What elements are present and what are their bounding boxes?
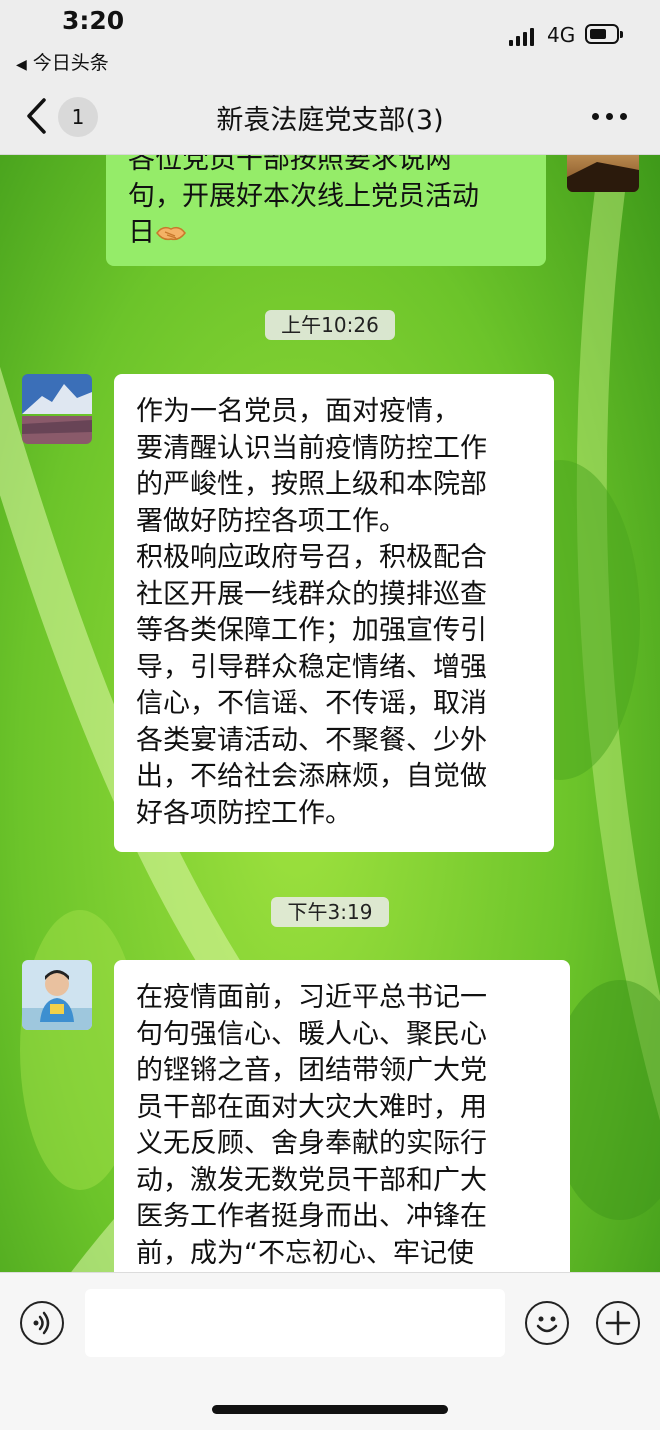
message-line: 员干部在面对大灾大难时，用	[136, 1091, 487, 1123]
message-line: 积极响应政府号召，积极配合	[136, 542, 487, 573]
message-line: 在疫情面前，习近平总书记一	[136, 982, 487, 1013]
message-line: 动，激发无数党员干部和广大	[136, 1164, 487, 1196]
plus-icon[interactable]	[596, 1301, 640, 1345]
back-app-label: 今日头条	[32, 52, 109, 74]
chat-header: 1 新袁法庭党支部(3)	[0, 80, 660, 155]
back-to-app-link[interactable]: ◀ 今日头条	[16, 48, 109, 75]
message-line: 信心，不信谣、不传谣，取消	[136, 688, 487, 719]
message-line: 作为一名党员，面对疫情，	[136, 396, 460, 427]
message-line: 义无反顾、舍身奉献的实际行	[136, 1128, 487, 1159]
signal-icon	[509, 26, 537, 46]
message-line: 要清醒认识当前疫情防控工作	[136, 432, 487, 464]
message-line: 社区开展一线群众的摸排巡查	[136, 578, 487, 610]
handshake-emoji-icon	[156, 226, 186, 241]
message-line: 各类宴请活动、不聚餐、少外	[136, 724, 487, 756]
message-line: 好各项防控工作。	[136, 797, 352, 829]
home-indicator[interactable]	[212, 1405, 448, 1414]
battery-icon	[585, 24, 623, 44]
sender-avatar[interactable]	[22, 960, 92, 1030]
incoming-message-bubble[interactable]: 作为一名党员，面对疫情， 要清醒认识当前疫情防控工作 的严峻性，按照上级和本院部…	[114, 374, 554, 852]
message-line: 的严峻性，按照上级和本院部	[136, 469, 487, 500]
more-options-icon[interactable]	[592, 113, 628, 121]
chat-title: 新袁法庭党支部(3)	[216, 105, 444, 136]
message-line: 出，不给社会添麻烦，自觉做	[136, 761, 487, 792]
child-photo-avatar-image	[22, 960, 92, 1030]
voice-icon[interactable]	[20, 1301, 64, 1345]
back-triangle-icon: ◀	[16, 57, 27, 73]
clock: 3:20	[62, 6, 125, 35]
mountain-avatar-image	[22, 374, 92, 444]
message-input[interactable]	[85, 1289, 505, 1357]
status-bar: 3:20 ◀ 今日头条 4G	[0, 0, 660, 80]
message-line: 日	[128, 217, 155, 248]
message-line: 句，开展好本次线上党员活动	[128, 180, 479, 212]
message-line: 署做好防控各项工作。	[136, 505, 406, 537]
message-line: 等各类保障工作；加强宣传引	[136, 615, 487, 646]
input-bar	[0, 1272, 660, 1430]
emoji-icon[interactable]	[525, 1301, 569, 1345]
message-timestamp: 上午10:26	[265, 310, 395, 340]
message-line: 的铿锵之音，团结带领广大党	[136, 1055, 487, 1086]
message-line: 导，引导群众稳定情绪、增强	[136, 651, 487, 683]
network-type: 4G	[547, 23, 576, 47]
message-line: 前，成为“不忘初心、牢记使	[136, 1237, 474, 1269]
message-line: 句句强信心、暖人心、聚民心	[136, 1018, 487, 1050]
message-line: 医务工作者挺身而出、冲锋在	[136, 1201, 487, 1232]
incoming-message-bubble[interactable]: 在疫情面前，习近平总书记一 句句强信心、暖人心、聚民心 的铿锵之音，团结带领广大…	[114, 960, 570, 1290]
message-timestamp: 下午3:19	[271, 897, 389, 927]
sender-avatar[interactable]	[22, 374, 92, 444]
